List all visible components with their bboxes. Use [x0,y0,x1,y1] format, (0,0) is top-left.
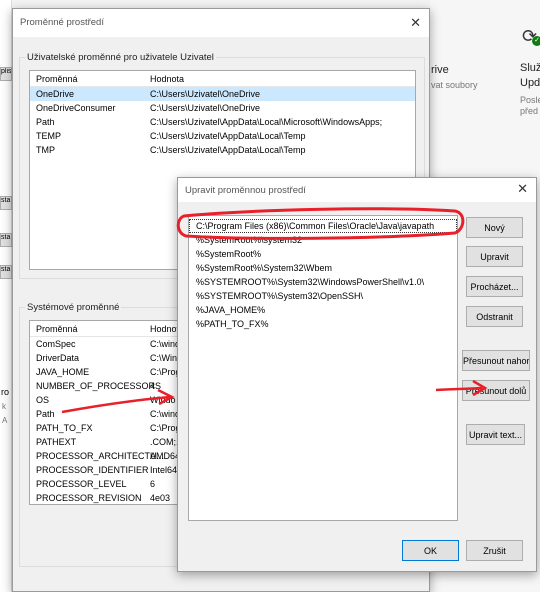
path-entries-list[interactable]: C:\Program Files (x86)\Common Files\Orac… [188,215,458,521]
bg-title-2: Upd [520,77,540,89]
table-row[interactable]: OneDrive C:\Users\Uzivatel\OneDrive [30,87,415,101]
strip-button[interactable]: sta [0,265,12,279]
bg-title-1: Služ [520,62,540,74]
column-header-variable[interactable]: Proměnná [36,324,78,334]
list-item[interactable]: C:\Program Files (x86)\Common Files\Orac… [189,219,457,233]
move-down-button[interactable]: Přesunout dolů [462,380,530,401]
list-item[interactable]: %SystemRoot% [189,247,457,261]
edit-button[interactable]: Upravit [466,246,523,267]
close-icon[interactable]: ✕ [410,15,421,31]
left-fragment: A [2,416,8,425]
bg-drive-text: rive [431,64,449,76]
list-item[interactable]: %SYSTEMROOT%\System32\OpenSSH\ [189,289,457,303]
list-item[interactable]: %SystemRoot%\system32 [189,233,457,247]
list-item[interactable]: %SystemRoot%\System32\Wbem [189,261,457,275]
column-header-variable[interactable]: Proměnná [36,74,78,84]
ok-button[interactable]: OK [402,540,459,561]
new-button[interactable]: Nový [466,217,523,238]
edit-text-button[interactable]: Upravit text... [466,424,525,445]
move-up-button[interactable]: Přesunout nahoru [462,350,530,371]
check-badge-icon: ✓ [532,36,540,46]
list-item[interactable]: %SYSTEMROOT%\System32\WindowsPowerShell\… [189,275,457,289]
delete-button[interactable]: Odstranit [466,306,523,327]
strip-button[interactable]: sta [0,233,12,247]
left-fragment: ro [1,387,10,397]
background-left-strip: plis sta sta sta ro k A [0,0,12,592]
list-item[interactable]: %PATH_TO_FX% [189,317,457,331]
table-row[interactable]: Path C:\Users\Uzivatel\AppData\Local\Micr… [30,115,415,129]
cancel-button[interactable]: Zrušit [466,540,523,561]
bg-drive-sub: vat soubory [431,80,478,90]
list-header: Proměnná Hodnota [30,71,415,87]
strip-button[interactable]: plis [0,67,12,81]
strip-button[interactable]: sta [0,196,12,210]
bg-sub-2: před [520,106,539,116]
table-row[interactable]: TEMP C:\Users\Uzivatel\AppData\Local\Temp [30,129,415,143]
list-item[interactable]: %JAVA_HOME% [189,303,457,317]
user-vars-group-label: Uživatelské proměnné pro uživatele Uziva… [25,52,216,63]
column-header-value[interactable]: Hodnot [150,324,179,334]
browse-button[interactable]: Procházet... [466,276,523,297]
edit-dialog-title: Upravit proměnnou prostředí [185,185,306,196]
close-icon[interactable]: ✕ [517,181,528,197]
edit-dialog-titlebar: Upravit proměnnou prostředí ✕ [178,178,536,202]
column-header-value[interactable]: Hodnota [150,74,184,84]
table-row[interactable]: TMP C:\Users\Uzivatel\AppData\Local\Temp [30,143,415,157]
bg-sub-1: Posle [520,95,540,105]
left-fragment: k [2,402,6,411]
titlebar: Proměnné prostředí ✕ [13,9,429,37]
system-vars-group-label: Systémové proměnné [25,302,122,313]
table-row[interactable]: OneDriveConsumer C:\Users\Uzivatel\OneDri… [30,101,415,115]
dialog-title: Proměnné prostředí [20,17,104,28]
